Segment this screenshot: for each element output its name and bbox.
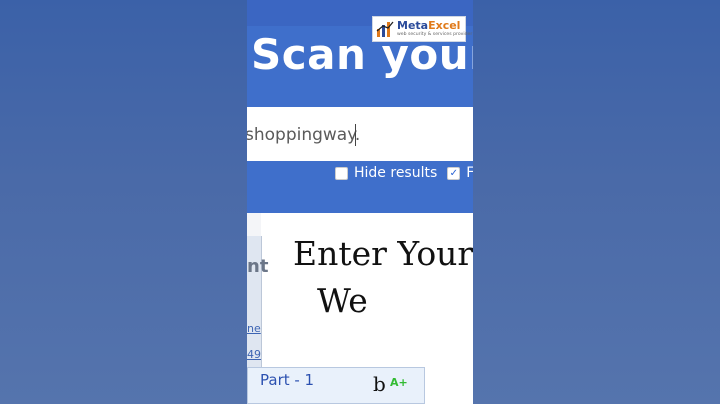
hide-results-label: Hide results — [354, 165, 438, 181]
part-label: Part - 1 — [260, 371, 315, 389]
hide-results-checkbox[interactable] — [335, 166, 348, 180]
url-input-value: shoppingway. — [247, 125, 361, 145]
logo-mark-icon — [376, 21, 394, 37]
scan-options: Hide results ✓ F — [335, 165, 473, 183]
phone-screen: Scan your : shoppingway. Hide results✓F … — [247, 0, 473, 404]
follow-checkbox[interactable]: ✓ — [447, 166, 461, 180]
logo-name: MetaExcel — [397, 19, 461, 32]
text-caret — [355, 124, 356, 146]
grade-badge: A+ — [390, 376, 408, 389]
follow-label: F — [466, 165, 473, 181]
metaexcel-logo: MetaExcel web security & services provid… — [372, 16, 472, 42]
row-letter: b — [373, 372, 386, 396]
side-link[interactable]: ne — [247, 322, 261, 335]
logo-tagline: web security & services provider — [397, 32, 473, 37]
background-right — [473, 0, 720, 404]
side-link[interactable]: 49 — [247, 348, 261, 361]
side-heading: nt — [247, 256, 269, 277]
overlay-caption-line2: We — [317, 281, 368, 320]
background-left — [0, 0, 247, 404]
overlay-caption-line1: Enter Your — [293, 234, 473, 273]
